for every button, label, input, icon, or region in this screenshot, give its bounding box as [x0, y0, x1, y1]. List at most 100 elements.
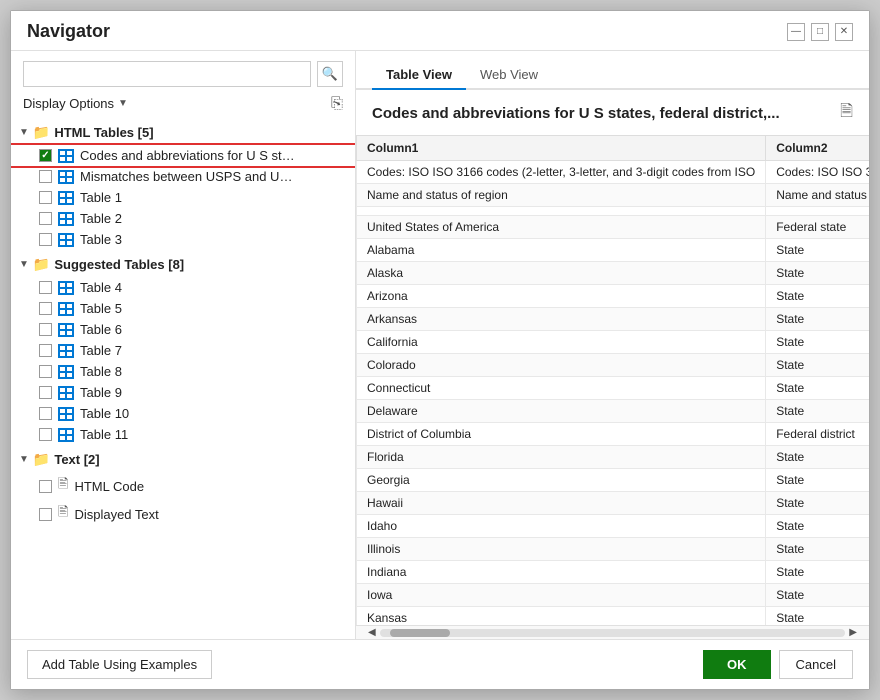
cancel-button[interactable]: Cancel — [779, 650, 853, 679]
table-row: ColoradoState — [357, 354, 870, 377]
data-table: Column1 Column2 Codes: ISO ISO 3166 code… — [356, 135, 869, 625]
table-icon-table11 — [58, 428, 74, 442]
table-icon-table4 — [58, 281, 74, 295]
group-suggested-tables-header[interactable]: ▼ 📁 Suggested Tables [8] — [11, 252, 355, 277]
close-button[interactable]: ✕ — [835, 23, 853, 41]
footer-right: OK Cancel — [703, 650, 853, 679]
table-cell-col2: State — [766, 492, 869, 515]
checkbox-table3[interactable] — [39, 233, 52, 246]
table-cell-col1: Alaska — [357, 262, 766, 285]
tree-area: ▼ 📁 HTML Tables [5] ✓ — [11, 120, 355, 639]
table-cell-col1: Iowa — [357, 584, 766, 607]
table-cell-col2: State — [766, 331, 869, 354]
expand-icon-suggested: ▼ — [19, 259, 29, 270]
table-row: IowaState — [357, 584, 870, 607]
scrollbar-thumb[interactable] — [390, 629, 450, 637]
window-controls: — □ ✕ — [787, 23, 853, 41]
table-icon-table9 — [58, 386, 74, 400]
title-bar: Navigator — □ ✕ — [11, 11, 869, 50]
tree-item-table2[interactable]: Table 2 — [11, 208, 355, 229]
doc-icon-displayed-text: 🖹 — [58, 503, 68, 525]
ok-button[interactable]: OK — [703, 650, 771, 679]
table-icon-table6 — [58, 323, 74, 337]
scroll-right-arrow[interactable]: ▶ — [845, 627, 861, 638]
table-cell-col1: Colorado — [357, 354, 766, 377]
checkbox-codes-abbrev[interactable]: ✓ — [39, 149, 52, 162]
item-label-table6: Table 6 — [80, 322, 122, 337]
minimize-button[interactable]: — — [787, 23, 805, 41]
tree-item-displayed-text[interactable]: 🖹 Displayed Text — [11, 500, 355, 528]
tree-item-table8[interactable]: Table 8 — [11, 361, 355, 382]
tree-item-mismatches[interactable]: Mismatches between USPS and USCG cod... — [11, 166, 355, 187]
table-row: IllinoisState — [357, 538, 870, 561]
table-cell-col2: Federal state — [766, 216, 869, 239]
download-button[interactable]: 🗎 — [840, 100, 853, 127]
search-row: 🔍 — [11, 61, 355, 95]
table-cell-col2: State — [766, 561, 869, 584]
tree-item-table11[interactable]: Table 11 — [11, 424, 355, 445]
left-panel: 🔍 Display Options ▼ ⎘ ▼ 📁 — [11, 51, 356, 639]
table-row: United States of AmericaFederal state — [357, 216, 870, 239]
scrollbar-track[interactable] — [380, 629, 846, 637]
table-cell-col2 — [766, 207, 869, 216]
search-button[interactable]: 🔍 — [317, 61, 343, 87]
table-row: AlaskaState — [357, 262, 870, 285]
table-cell-col1: California — [357, 331, 766, 354]
item-label-table7: Table 7 — [80, 343, 122, 358]
table-cell-col2: Federal district — [766, 423, 869, 446]
expand-icon: ▼ — [19, 127, 29, 138]
chevron-down-icon: ▼ — [118, 98, 128, 109]
group-text-header[interactable]: ▼ 📁 Text [2] — [11, 447, 355, 472]
scroll-left-arrow[interactable]: ◀ — [364, 627, 380, 638]
tree-item-html-code[interactable]: 🖹 HTML Code — [11, 472, 355, 500]
col2-header: Column2 — [766, 136, 869, 161]
col1-header: Column1 — [357, 136, 766, 161]
table-container[interactable]: Column1 Column2 Codes: ISO ISO 3166 code… — [356, 135, 869, 625]
item-label-table2: Table 2 — [80, 211, 122, 226]
display-options-button[interactable]: Display Options ▼ — [23, 96, 128, 111]
search-icon: 🔍 — [322, 66, 338, 82]
table-icon-table7 — [58, 344, 74, 358]
tree-item-table1[interactable]: Table 1 — [11, 187, 355, 208]
search-input[interactable] — [23, 61, 311, 87]
table-row: GeorgiaState — [357, 469, 870, 492]
table-icon-table2 — [58, 212, 74, 226]
table-row: FloridaState — [357, 446, 870, 469]
tree-item-codes-abbrev[interactable]: ✓ Codes and abbreviations for U S states… — [11, 145, 355, 166]
table-icon-codes-abbrev — [58, 149, 74, 163]
display-options-label: Display Options — [23, 96, 114, 111]
tree-item-table3[interactable]: Table 3 — [11, 229, 355, 250]
table-icon-table3 — [58, 233, 74, 247]
add-table-button[interactable]: Add Table Using Examples — [27, 650, 212, 679]
tree-item-table10[interactable]: Table 10 — [11, 403, 355, 424]
tree-item-table4[interactable]: Table 4 — [11, 277, 355, 298]
checkbox-table2[interactable] — [39, 212, 52, 225]
table-cell-col2: Codes: ISO ISO 3 — [766, 161, 869, 184]
tree-item-table5[interactable]: Table 5 — [11, 298, 355, 319]
checkbox-table1[interactable] — [39, 191, 52, 204]
tab-web-view[interactable]: Web View — [466, 61, 552, 90]
table-cell-col1: Codes: ISO ISO 3166 codes (2-letter, 3-l… — [357, 161, 766, 184]
tree-item-table9[interactable]: Table 9 — [11, 382, 355, 403]
group-html-tables: ▼ 📁 HTML Tables [5] ✓ — [11, 120, 355, 250]
table-cell-col2: State — [766, 262, 869, 285]
table-cell-col2: State — [766, 515, 869, 538]
group-html-tables-header[interactable]: ▼ 📁 HTML Tables [5] — [11, 120, 355, 145]
table-icon-table1 — [58, 191, 74, 205]
table-icon-table10 — [58, 407, 74, 421]
horizontal-scrollbar[interactable]: ◀ ▶ — [356, 625, 869, 639]
table-cell-col1 — [357, 207, 766, 216]
table-cell-col2: State — [766, 377, 869, 400]
table-row: Name and status of regionName and status… — [357, 184, 870, 207]
table-cell-col1: District of Columbia — [357, 423, 766, 446]
tree-item-table7[interactable]: Table 7 — [11, 340, 355, 361]
maximize-button[interactable]: □ — [811, 23, 829, 41]
table-cell-col2: State — [766, 584, 869, 607]
checkbox-mismatches[interactable] — [39, 170, 52, 183]
folder-icon-text: 📁 — [33, 451, 50, 468]
tree-item-table6[interactable]: Table 6 — [11, 319, 355, 340]
refresh-button[interactable]: ⎘ — [331, 95, 343, 112]
table-cell-col2: State — [766, 285, 869, 308]
tab-table-view[interactable]: Table View — [372, 61, 466, 90]
table-cell-col2: State — [766, 469, 869, 492]
